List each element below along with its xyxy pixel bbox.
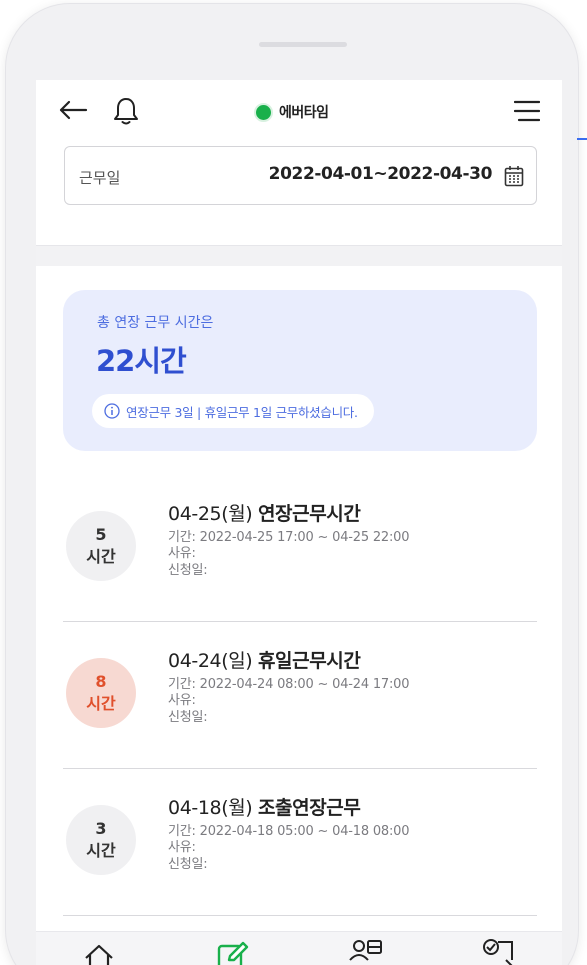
hours-badge: 3 시간	[66, 805, 136, 875]
edit-icon[interactable]	[216, 940, 250, 965]
summary-label: 총 연장 근무 시간은	[97, 315, 214, 331]
app-screen: 에버타임 근무일 2022-04-01~2022-04-30 총 연장 근무 시…	[36, 80, 562, 965]
hours-unit: 시간	[86, 547, 116, 566]
overtime-summary-card: 총 연장 근무 시간은 22시간 연장근무 3일 | 휴일근무 1일 근무하셨습…	[63, 290, 537, 451]
brand-logo: 에버타임	[254, 102, 329, 122]
device-frame: 에버타임 근무일 2022-04-01~2022-04-30 총 연장 근무 시…	[6, 4, 578, 965]
device-speaker	[259, 42, 347, 47]
hours-value: 3	[95, 819, 107, 838]
section-divider	[36, 245, 562, 266]
record-type: 휴일근무시간	[257, 650, 361, 672]
work-date-label: 근무일	[79, 169, 121, 187]
record-applied-date: 신청일:	[168, 857, 208, 872]
record-period: 기간: 2022-04-25 17:00 ~ 04-25 22:00	[168, 530, 410, 545]
record-period: 기간: 2022-04-18 05:00 ~ 04-18 08:00	[168, 824, 410, 839]
brand-name: 에버타임	[279, 105, 329, 121]
hours-badge: 5 시간	[66, 511, 136, 581]
bell-icon[interactable]	[112, 96, 140, 126]
record-type: 조출연장근무	[257, 797, 361, 819]
contacts-icon[interactable]	[348, 938, 384, 965]
brand-dot-icon	[254, 102, 273, 122]
hours-value: 8	[95, 672, 107, 691]
hours-unit: 시간	[86, 694, 116, 713]
list-item[interactable]: 8 시간 04-24(일) 휴일근무시간 기간: 2022-04-24 08:0…	[63, 622, 537, 769]
record-date: 04-24(일)	[168, 650, 253, 672]
summary-detail-pill: 연장근무 3일 | 휴일근무 1일 근무하셨습니다.	[92, 394, 374, 428]
work-date-range: 2022-04-01~2022-04-30	[268, 164, 493, 184]
hamburger-menu-icon[interactable]	[514, 100, 540, 122]
record-date: 04-25(월)	[168, 503, 253, 525]
back-arrow-icon[interactable]	[58, 100, 88, 120]
record-applied-date: 신청일:	[168, 710, 208, 725]
record-title: 04-25(월) 연장근무시간	[168, 499, 361, 526]
summary-total-hours: 22시간	[96, 344, 187, 378]
edge-accent-line	[577, 138, 587, 140]
hours-badge: 8 시간	[66, 658, 136, 728]
home-icon[interactable]	[82, 942, 116, 965]
list-item[interactable]: 5 시간 04-25(월) 연장근무시간 기간: 2022-04-25 17:0…	[63, 475, 537, 622]
bottom-tab-bar	[36, 931, 562, 965]
record-title: 04-24(일) 휴일근무시간	[168, 646, 361, 673]
work-date-filter[interactable]: 근무일 2022-04-01~2022-04-30	[64, 146, 537, 205]
overtime-record-list: 5 시간 04-25(월) 연장근무시간 기간: 2022-04-25 17:0…	[63, 475, 537, 916]
record-title: 04-18(월) 조출연장근무	[168, 793, 361, 820]
hours-value: 5	[95, 525, 107, 544]
record-applied-date: 신청일:	[168, 563, 208, 578]
record-period: 기간: 2022-04-24 08:00 ~ 04-24 17:00	[168, 677, 410, 692]
calendar-icon[interactable]	[504, 165, 524, 187]
record-type: 연장근무시간	[257, 503, 361, 525]
record-date: 04-18(월)	[168, 797, 253, 819]
summary-detail-text: 연장근무 3일 | 휴일근무 1일 근무하셨습니다.	[126, 404, 358, 420]
list-item[interactable]: 3 시간 04-18(월) 조출연장근무 기간: 2022-04-18 05:0…	[63, 769, 537, 916]
approval-icon[interactable]	[480, 938, 516, 965]
info-icon	[104, 403, 120, 419]
hours-unit: 시간	[86, 841, 116, 860]
